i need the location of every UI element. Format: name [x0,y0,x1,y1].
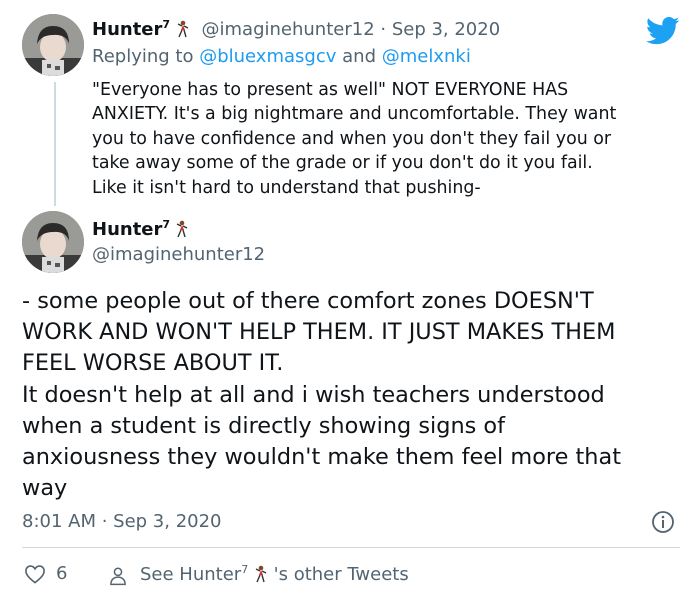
tweet1-author-name[interactable]: Hunter7 [92,18,170,40]
reply-mention-1[interactable]: @bluexmasgcv [199,46,336,67]
tweet2-timestamp[interactable]: 8:01 AM · Sep 3, 2020 [22,511,222,532]
see-suffix: 's other Tweets [273,564,409,585]
divider [22,547,680,548]
tweet2-text: - some people out of there comfort zones… [22,288,621,502]
tweet1-header: Hunter7 @imaginehunter12 · Sep 3, 2020 [92,18,500,43]
see-other-tweets-link[interactable]: See Hunter7 's other Tweets [108,563,409,588]
twitter-bird-icon[interactable] [646,16,680,46]
tweet1-handle-date[interactable]: @imaginehunter12 · Sep 3, 2020 [202,19,501,40]
tweet1-text: "Everyone has to present as well" NOT EV… [92,80,617,198]
replying-to-line: Replying to @bluexmasgcv and @melxnki [92,46,471,67]
dancing-man-emoji-icon [176,20,190,43]
person-icon [110,566,126,585]
avatar-image [22,14,84,76]
heart-icon [25,564,45,584]
avatar-image [22,211,84,273]
tweet2-author-name-row: Hunter7 [92,218,189,242]
thread-connector-line [54,82,56,206]
like-button[interactable]: 6 [24,563,67,584]
see-prefix: See Hunter [140,564,242,585]
tweet2-author-name[interactable]: Hunter7 [92,218,170,240]
like-count: 6 [56,563,68,584]
info-icon[interactable] [651,510,675,534]
reply-mention-2[interactable]: @melxnki [382,46,471,67]
dancing-man-emoji-icon [254,565,268,588]
dancing-man-emoji-icon [175,220,189,242]
avatar-tweet1[interactable] [22,14,84,76]
tweet2-handle[interactable]: @imaginehunter12 [92,244,265,265]
avatar-tweet2[interactable] [22,211,84,273]
